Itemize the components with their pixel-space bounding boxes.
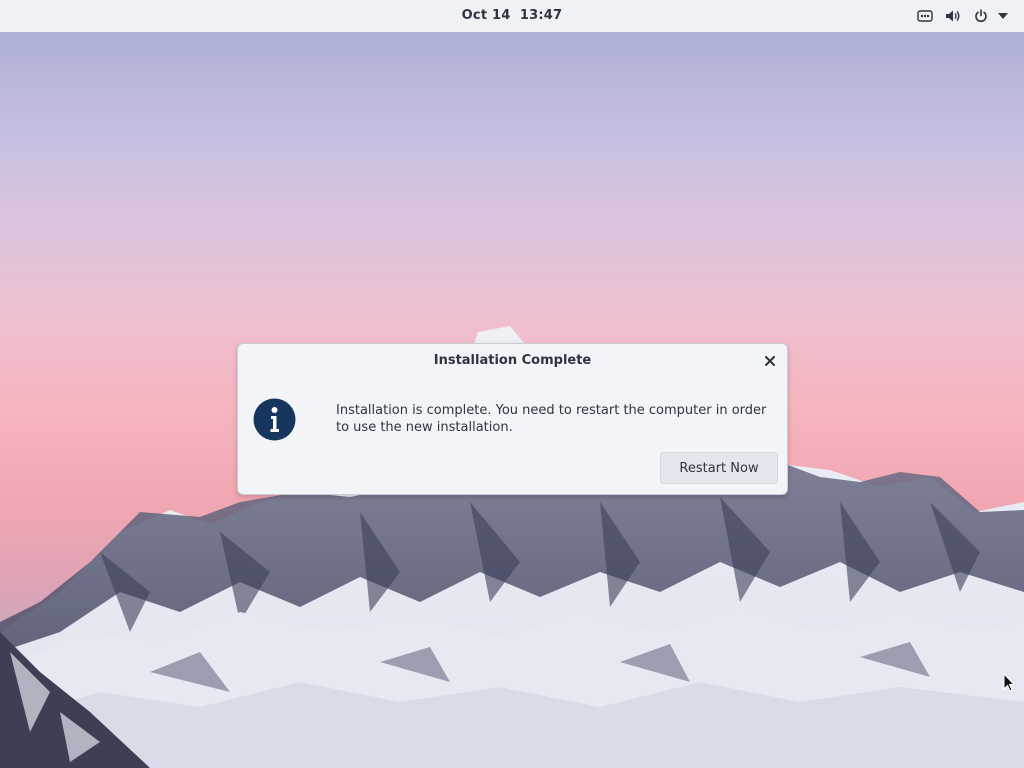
dialog-title: Installation Complete xyxy=(433,353,592,368)
dialog-message: Installation is complete. You need to re… xyxy=(336,403,767,435)
network-icon[interactable] xyxy=(916,7,934,25)
desktop-screen: Oct 14 13:47 Installation Complete Insta… xyxy=(0,0,1024,768)
info-icon xyxy=(253,398,296,441)
restart-now-button[interactable]: Restart Now xyxy=(660,452,778,484)
clock-date[interactable]: Oct 14 xyxy=(462,8,511,23)
clock[interactable]: Oct 14 13:47 xyxy=(0,0,1024,32)
mouse-cursor-icon xyxy=(1003,672,1016,693)
installation-complete-dialog: Installation Complete Installation is co… xyxy=(237,343,788,495)
volume-icon[interactable] xyxy=(944,7,962,25)
top-bar: Oct 14 13:47 xyxy=(0,0,1024,32)
system-menu-arrow-icon[interactable] xyxy=(994,7,1012,25)
clock-time[interactable]: 13:47 xyxy=(520,8,562,23)
close-icon[interactable] xyxy=(761,352,779,370)
power-icon[interactable] xyxy=(972,7,990,25)
